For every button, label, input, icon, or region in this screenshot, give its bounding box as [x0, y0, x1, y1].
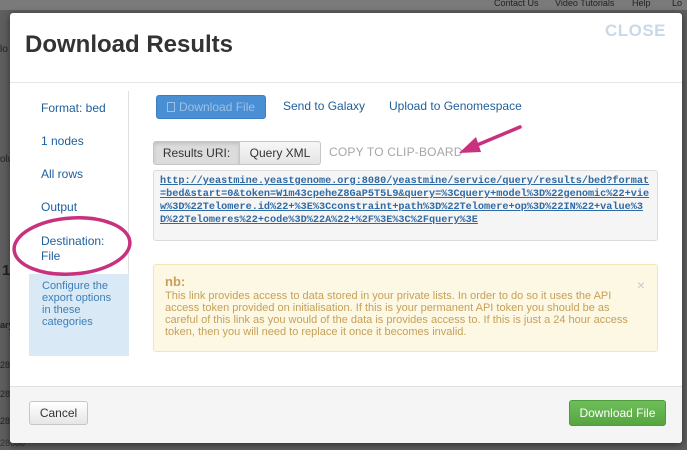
sidebar-help-text: Configure the export options in these ca…	[29, 274, 129, 356]
backdrop-video-link: Video Tutorials	[555, 0, 615, 8]
results-uri-tab[interactable]: Results URI:	[153, 141, 240, 165]
download-file-tab[interactable]: Download File	[156, 95, 266, 119]
send-to-galaxy-tab[interactable]: Send to Galaxy	[283, 95, 365, 117]
modal-footer: Cancel Download File	[10, 386, 682, 443]
results-url-box: http://yeastmine.yeastgenome.org:8080/ye…	[153, 170, 658, 241]
backdrop-fragment: lo	[0, 44, 8, 55]
modal-header: Download Results CLOSE	[10, 13, 682, 83]
modal-title: Download Results	[25, 31, 234, 58]
notice-close-icon[interactable]: ×	[637, 277, 645, 293]
backdrop-fragment: 28	[0, 389, 11, 399]
notice-text: This link provides access to data stored…	[165, 290, 628, 338]
backdrop-help-link: Help	[632, 0, 651, 8]
backdrop-contact-link: Contact Us	[494, 0, 539, 8]
backdrop-fragment: 28	[0, 360, 11, 370]
sidebar-item-rows[interactable]: All rows	[41, 167, 83, 182]
backdrop-login-link: Lo	[672, 0, 683, 8]
download-results-modal: Download Results CLOSE Format: bed 1 nod…	[10, 13, 682, 443]
query-xml-tab[interactable]: Query XML	[239, 141, 321, 165]
backdrop-topbar: Contact Us Video Tutorials Help Lo	[0, 0, 687, 10]
api-token-notice: nb: This link provides access to data st…	[153, 264, 658, 352]
close-button[interactable]: CLOSE	[605, 21, 666, 41]
file-icon	[167, 102, 175, 112]
results-url-link[interactable]: http://yeastmine.yeastgenome.org:8080/ye…	[160, 175, 651, 227]
sidebar-item-nodes[interactable]: 1 nodes	[41, 134, 84, 149]
sidebar-item-format[interactable]: Format: bed	[41, 101, 106, 116]
download-file-button[interactable]: Download File	[569, 400, 666, 426]
upload-to-genomespace-tab[interactable]: Upload to Genomespace	[389, 95, 522, 117]
sidebar-item-output[interactable]: Output	[41, 200, 77, 215]
sidebar-item-destination[interactable]: Destination: File	[41, 234, 126, 264]
backdrop-fragment: 28	[0, 416, 11, 426]
copy-to-clipboard-button[interactable]: COPY TO CLIP-BOARD	[329, 145, 463, 159]
notice-title: nb:	[165, 274, 186, 289]
destination-tabs: Download File Send to Galaxy Upload to G…	[156, 95, 656, 119]
download-file-tab-label: Download File	[179, 100, 256, 114]
options-sidebar: Format: bed 1 nodes All rows Output Dest…	[28, 91, 129, 356]
cancel-button[interactable]: Cancel	[29, 401, 88, 425]
